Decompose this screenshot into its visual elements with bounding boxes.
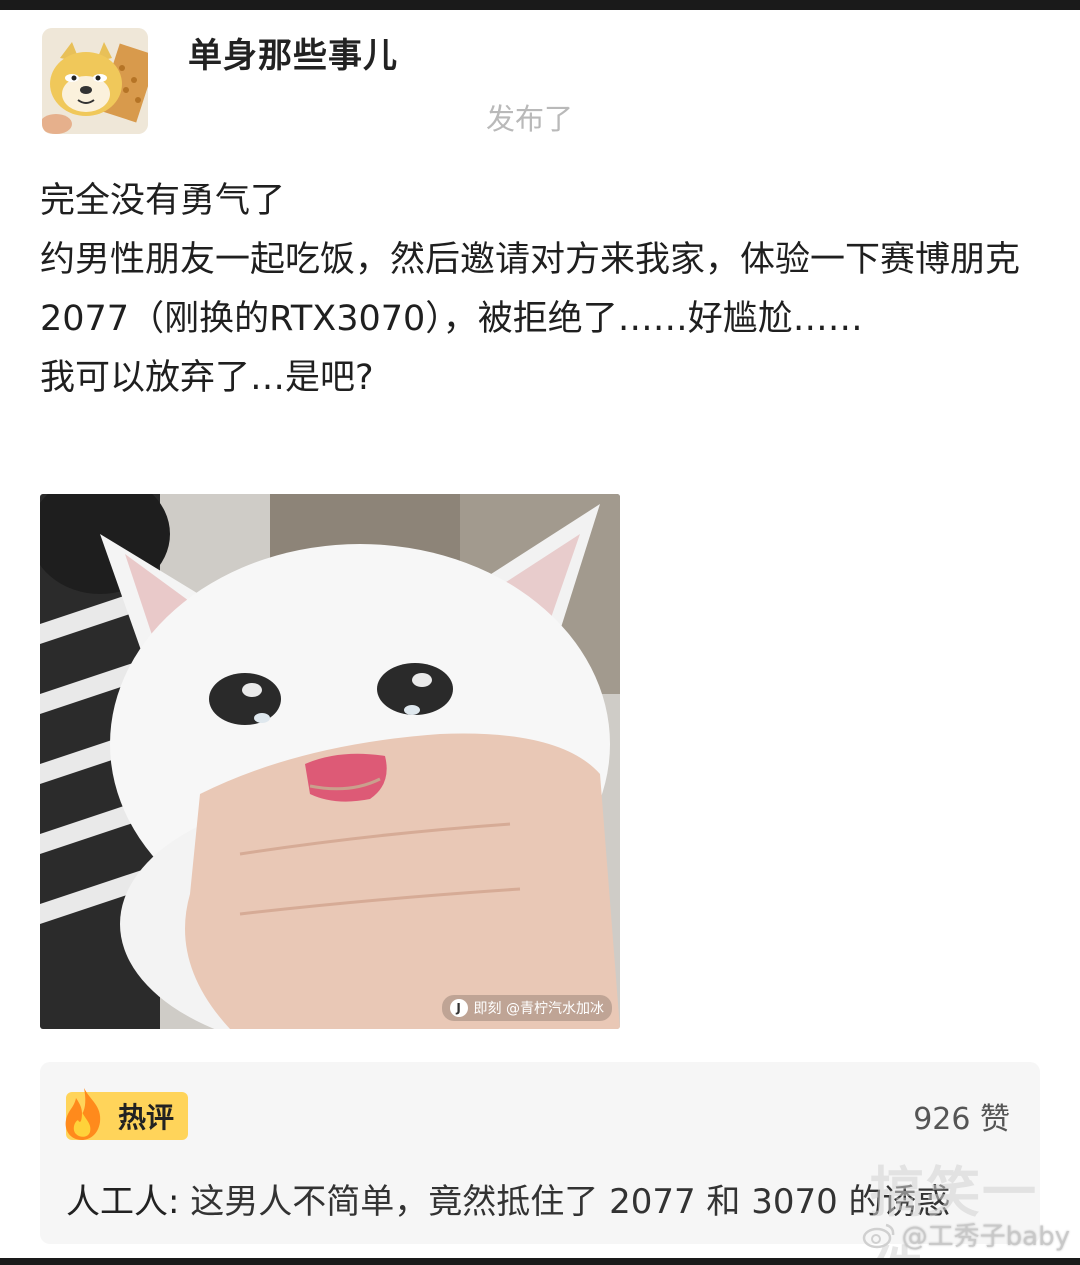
post-screenshot: 单身那些事儿 发布了 完全没有勇气了 约男性朋友一起吃饭，然后邀请对方来我家，体… bbox=[0, 0, 1080, 1265]
bottom-strip bbox=[0, 1258, 1080, 1265]
author-avatar[interactable] bbox=[42, 28, 148, 134]
publish-label: 发布了 bbox=[486, 102, 574, 136]
post-image-crying-cat[interactable]: J 即刻 @青柠汽水加冰 bbox=[40, 494, 620, 1029]
weibo-icon bbox=[862, 1223, 895, 1248]
top-status-strip bbox=[0, 0, 1080, 10]
post-line: 我可以放弃了…是吧? bbox=[40, 358, 374, 398]
doge-cookie-avatar-icon bbox=[42, 28, 148, 134]
crying-cat-illustration bbox=[40, 494, 620, 1029]
image-source-text: 即刻 @青柠汽水加冰 bbox=[473, 1001, 604, 1017]
post-line: 约男性朋友一起吃饭，然后邀请对方来我家，体验一下赛博朋克 2077（刚换的RTX… bbox=[40, 240, 1021, 339]
author-name[interactable]: 单身那些事儿 bbox=[188, 28, 398, 77]
post-line: 完全没有勇气了 bbox=[40, 181, 286, 221]
jike-logo-icon: J bbox=[449, 999, 468, 1017]
corner-watermark-text: @工秀子baby bbox=[901, 1222, 1070, 1252]
like-count[interactable]: 926 赞 bbox=[913, 1094, 1010, 1138]
hot-comment-badge: 热评 bbox=[65, 1088, 188, 1140]
comment-body: 这男人不简单，竟然抵住了 2077 和 3070 的诱惑 bbox=[179, 1182, 951, 1222]
comment-username[interactable]: 人工人: bbox=[66, 1182, 179, 1222]
fire-icon bbox=[65, 1088, 101, 1140]
post-body: 完全没有勇气了 约男性朋友一起吃饭，然后邀请对方来我家，体验一下赛博朋克 207… bbox=[40, 172, 1050, 408]
hot-comment-label: 热评 bbox=[117, 1101, 174, 1134]
image-source-watermark: J 即刻 @青柠汽水加冰 bbox=[441, 995, 612, 1021]
corner-watermark: @工秀子baby bbox=[862, 1216, 1070, 1253]
